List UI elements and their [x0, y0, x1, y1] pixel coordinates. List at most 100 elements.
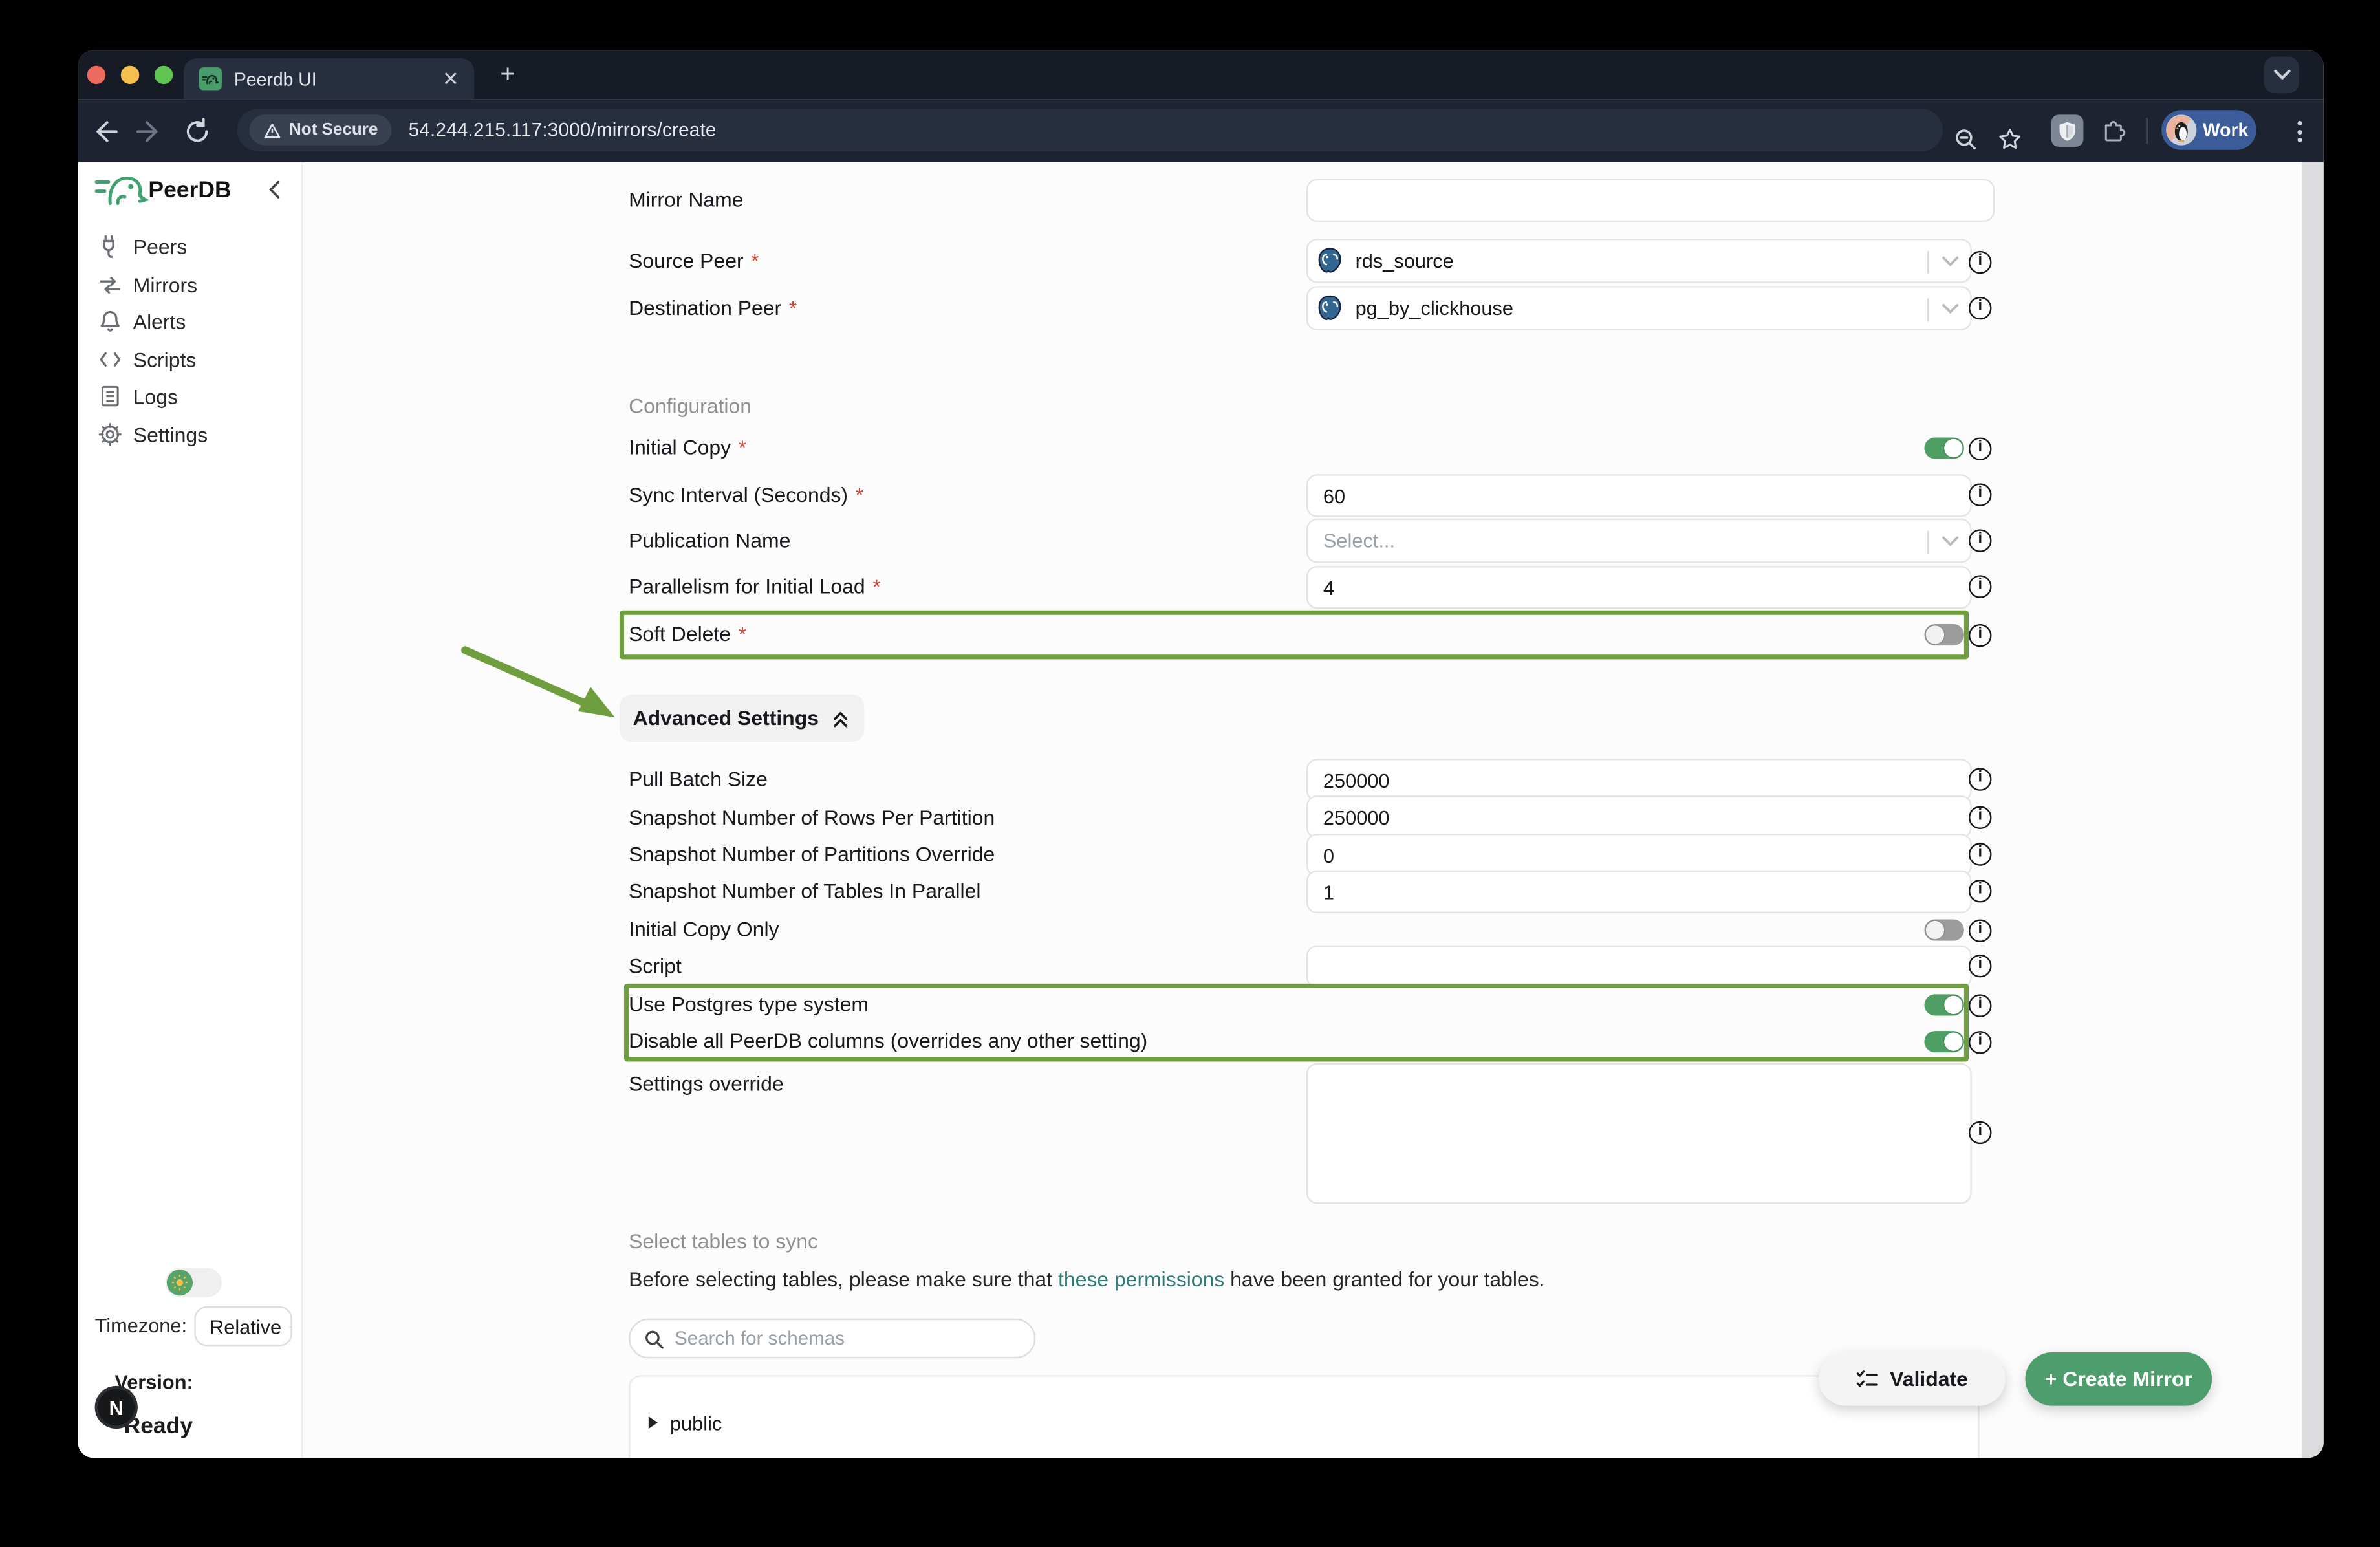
info-icon[interactable]: i	[1969, 483, 1991, 506]
browser-tab[interactable]: Peerdb UI ✕	[184, 58, 474, 100]
plug-icon	[98, 234, 122, 259]
info-icon[interactable]: i	[1969, 919, 1991, 942]
zoom-out-icon[interactable]	[1953, 127, 1978, 151]
advanced-settings-label: Advanced Settings	[633, 707, 819, 730]
minimize-window-button[interactable]	[121, 66, 139, 84]
info-icon[interactable]: i	[1969, 843, 1991, 865]
configuration-heading: Configuration	[629, 395, 752, 417]
sidebar-item-scripts[interactable]: Scripts	[78, 341, 303, 378]
sync-interval-input[interactable]	[1306, 474, 1972, 517]
vertical-scrollbar[interactable]	[2302, 162, 2324, 1458]
disable-peerdb-columns-toggle[interactable]	[1924, 1031, 1964, 1052]
initial-copy-only-label: Initial Copy Only	[629, 916, 779, 944]
peerdb-favicon-icon	[199, 67, 221, 90]
select-tables-heading: Select tables to sync	[629, 1230, 818, 1253]
info-icon[interactable]: i	[1969, 251, 1991, 274]
postgres-elephant-icon	[1315, 294, 1345, 323]
publication-placeholder: Select...	[1323, 529, 1395, 552]
info-icon[interactable]: i	[1969, 1031, 1991, 1054]
desktop: Peerdb UI ✕ + Not Secure 54.244.215.117:…	[0, 0, 2380, 1546]
source-peer-value: rds_source	[1356, 250, 1454, 272]
code-icon	[98, 347, 122, 372]
create-mirror-form: Mirror Name Source Peer* rds_source i De…	[303, 162, 2302, 1458]
sidebar-item-peers[interactable]: Peers	[78, 228, 303, 265]
brand-name: PeerDB	[148, 177, 231, 203]
initial-copy-toggle[interactable]	[1924, 437, 1964, 459]
initial-copy-only-toggle[interactable]	[1924, 919, 1964, 940]
timezone-select[interactable]: Relative	[194, 1306, 292, 1346]
mirror-name-input[interactable]	[1306, 179, 1995, 222]
profile-button[interactable]: Work	[2161, 110, 2256, 149]
soft-delete-label: Soft Delete*	[629, 621, 746, 649]
sidebar-item-logs[interactable]: Logs	[78, 378, 303, 415]
schema-row-public[interactable]: public	[629, 1375, 1979, 1458]
schema-search[interactable]	[629, 1319, 1035, 1358]
sidebar-item-label: Mirrors	[133, 273, 197, 296]
info-icon[interactable]: i	[1969, 768, 1991, 790]
use-postgres-types-toggle[interactable]	[1924, 994, 1964, 1015]
not-secure-chip[interactable]: Not Secure	[250, 114, 392, 145]
snapshot-rows-input[interactable]	[1306, 795, 1972, 838]
address-bar[interactable]: Not Secure 54.244.215.117:3000/mirrors/c…	[237, 109, 1943, 151]
info-icon[interactable]: i	[1969, 575, 1991, 598]
chevron-down-icon	[1941, 536, 1959, 549]
nextjs-dev-badge[interactable]: N	[95, 1386, 138, 1429]
bookmark-star-icon[interactable]	[1998, 127, 2022, 151]
url-text: 54.244.215.117:3000/mirrors/create	[409, 119, 717, 140]
parallelism-label: Parallelism for Initial Load*	[629, 574, 880, 601]
close-window-button[interactable]	[87, 66, 105, 84]
sidebar-item-settings[interactable]: Settings	[78, 416, 303, 453]
snapshot-tables-input[interactable]	[1306, 871, 1972, 913]
sidebar-item-mirrors[interactable]: Mirrors	[78, 266, 303, 303]
initial-copy-label: Initial Copy*	[629, 435, 746, 462]
schema-search-input[interactable]	[675, 1328, 980, 1349]
info-icon[interactable]: i	[1969, 297, 1991, 319]
logs-icon	[98, 384, 122, 409]
permissions-link[interactable]: these permissions	[1058, 1268, 1224, 1291]
sidebar-collapse-icon[interactable]	[265, 179, 286, 200]
postgres-elephant-icon	[1315, 246, 1345, 276]
sidebar-item-label: Scripts	[133, 348, 197, 371]
validate-label: Validate	[1890, 1367, 1968, 1390]
info-icon[interactable]: i	[1969, 529, 1991, 552]
source-peer-select[interactable]: rds_source	[1306, 239, 1972, 283]
advanced-settings-button[interactable]: Advanced Settings	[620, 695, 864, 742]
tab-close-icon[interactable]: ✕	[442, 69, 459, 89]
toolbar-divider	[2146, 118, 2147, 144]
validate-button[interactable]: Validate	[1819, 1352, 2006, 1406]
snapshot-tables-label: Snapshot Number of Tables In Parallel	[629, 878, 980, 906]
sidebar-item-alerts[interactable]: Alerts	[78, 303, 303, 340]
tab-strip: Peerdb UI ✕ +	[78, 50, 2324, 100]
info-icon[interactable]: i	[1969, 880, 1991, 902]
soft-delete-highlight-box	[620, 611, 1969, 660]
publication-name-select[interactable]: Select...	[1306, 519, 1972, 563]
parallelism-input[interactable]	[1306, 566, 1972, 609]
chevron-down-icon	[1941, 255, 1959, 269]
info-icon[interactable]: i	[1969, 806, 1991, 828]
reload-icon[interactable]	[184, 118, 211, 146]
info-icon[interactable]: i	[1969, 955, 1991, 977]
back-icon[interactable]	[91, 118, 118, 146]
settings-override-textarea[interactable]	[1306, 1063, 1972, 1204]
info-icon[interactable]: i	[1969, 437, 1991, 460]
create-mirror-button[interactable]: + Create Mirror	[2026, 1352, 2212, 1406]
browser-menu-icon[interactable]	[2287, 118, 2311, 146]
settings-override-label: Settings override	[629, 1071, 784, 1099]
script-input[interactable]	[1306, 946, 1972, 988]
maximize-window-button[interactable]	[155, 66, 173, 84]
shield-extension-icon[interactable]	[2051, 114, 2084, 147]
info-icon[interactable]: i	[1969, 994, 1991, 1017]
tab-search-chevron-icon[interactable]	[2264, 57, 2299, 94]
destination-peer-select[interactable]: pg_by_clickhouse	[1306, 286, 1972, 330]
info-icon[interactable]: i	[1969, 1121, 1991, 1144]
soft-delete-toggle[interactable]	[1924, 624, 1964, 645]
forward-icon[interactable]	[136, 118, 164, 146]
theme-toggle[interactable]	[165, 1268, 222, 1297]
mirror-name-label: Mirror Name	[629, 187, 743, 215]
pull-batch-size-label: Pull Batch Size	[629, 766, 768, 794]
browser-window: Peerdb UI ✕ + Not Secure 54.244.215.117:…	[78, 50, 2324, 1458]
chevron-down-icon	[1941, 303, 1959, 316]
extensions-puzzle-icon[interactable]	[2100, 116, 2128, 144]
info-icon[interactable]: i	[1969, 624, 1991, 647]
new-tab-icon[interactable]: +	[500, 60, 515, 90]
